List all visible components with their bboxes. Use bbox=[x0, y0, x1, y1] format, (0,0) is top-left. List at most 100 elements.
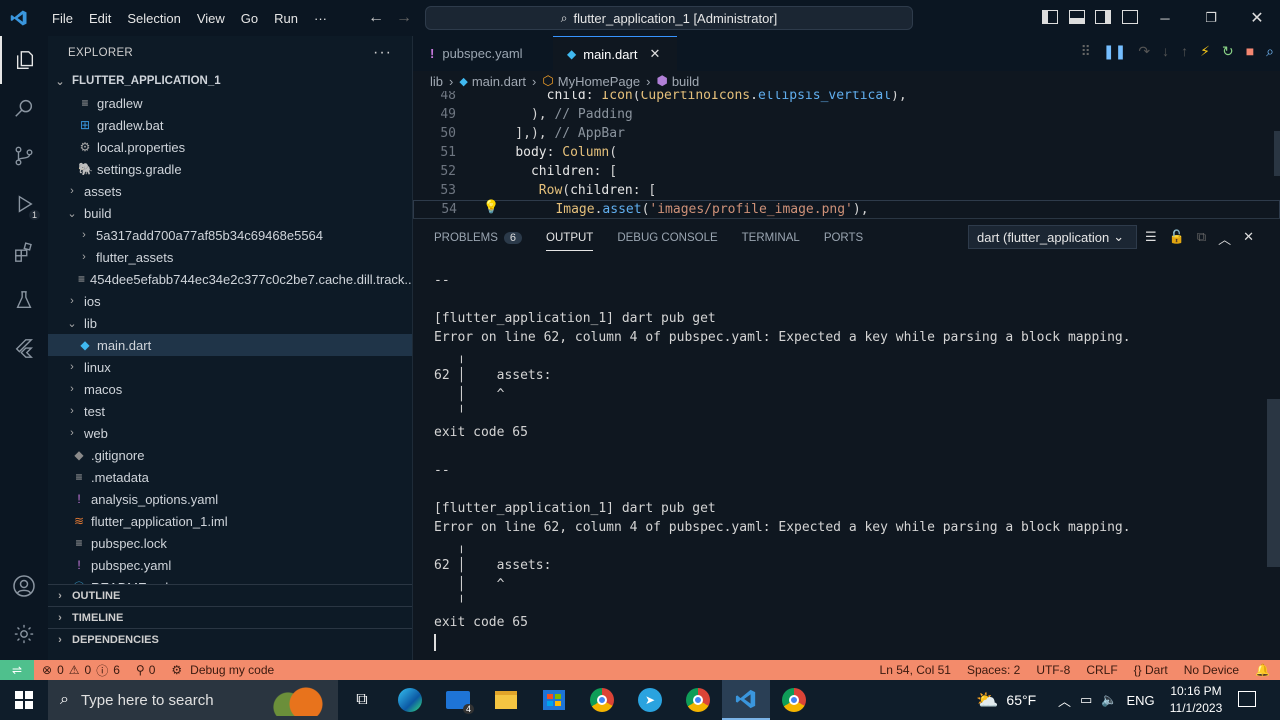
breadcrumb-method[interactable]: build bbox=[672, 74, 699, 89]
pause-icon[interactable]: ❚❚ bbox=[1103, 43, 1126, 60]
file-item[interactable]: ⓘ README.md bbox=[48, 576, 412, 585]
debug-status[interactable]: ⚙ Debug my code bbox=[171, 663, 274, 677]
output-scrollbar[interactable] bbox=[1267, 399, 1280, 567]
edge-icon[interactable] bbox=[386, 680, 434, 720]
output-channel-select[interactable]: dart (flutter_application ⌄ bbox=[968, 225, 1137, 249]
menu-item-[interactable]: ··· bbox=[306, 11, 335, 26]
forward-arrow-icon[interactable]: → bbox=[396, 9, 412, 27]
code-editor[interactable]: 48 child: Icon(CupertinoIcons.ellipsis_v… bbox=[413, 91, 1280, 218]
code-line[interactable]: 48 child: Icon(CupertinoIcons.ellipsis_v… bbox=[413, 91, 1280, 105]
hot-reload-icon[interactable]: ⚡ bbox=[1200, 43, 1210, 60]
encoding[interactable]: UTF-8 bbox=[1036, 663, 1070, 677]
breadcrumb-file[interactable]: main.dart bbox=[472, 74, 526, 89]
language-indicator[interactable]: ENG bbox=[1127, 693, 1155, 708]
stop-icon[interactable]: ■ bbox=[1246, 43, 1254, 60]
menu-item-go[interactable]: Go bbox=[233, 11, 266, 26]
drag-handle-icon[interactable]: ⠿ bbox=[1081, 43, 1091, 60]
file-item[interactable]: ≡ .metadata bbox=[48, 466, 412, 488]
vscode-taskbar-icon[interactable] bbox=[722, 680, 770, 720]
chrome-icon[interactable] bbox=[578, 680, 626, 720]
menu-item-file[interactable]: File bbox=[44, 11, 81, 26]
lock-scroll-icon[interactable]: 🔓 bbox=[1169, 229, 1185, 248]
folder-item[interactable]: › assets bbox=[48, 180, 412, 202]
flutter-icon[interactable] bbox=[0, 324, 48, 372]
cursor-position[interactable]: Ln 54, Col 51 bbox=[880, 663, 951, 677]
weather-widget[interactable]: ⛅ 65°F bbox=[976, 690, 1036, 711]
extensions-icon[interactable] bbox=[0, 228, 48, 276]
chrome-profile-icon[interactable] bbox=[674, 680, 722, 720]
lightbulb-icon[interactable]: 💡 bbox=[483, 199, 499, 215]
ports-status[interactable]: ⚲ 0 bbox=[136, 663, 155, 677]
store-icon[interactable] bbox=[530, 680, 578, 720]
menu-item-run[interactable]: Run bbox=[266, 11, 306, 26]
devtools-search-icon[interactable]: ⌕ bbox=[1266, 43, 1274, 60]
language-mode[interactable]: {} Dart bbox=[1134, 663, 1168, 677]
volume-icon[interactable]: 🔈 bbox=[1101, 692, 1117, 708]
step-out-icon[interactable]: ↑ bbox=[1181, 43, 1188, 60]
source-control-icon[interactable] bbox=[0, 132, 48, 180]
customize-layout-icon[interactable] bbox=[1122, 10, 1138, 24]
toggle-secondary-sidebar-icon[interactable] bbox=[1095, 10, 1111, 24]
taskbar-search-box[interactable]: ⌕ Type here to search bbox=[48, 680, 338, 720]
tab-main-dart[interactable]: ◆ main.dart ✕ bbox=[553, 36, 677, 71]
section-timeline[interactable]: › TIMELINE bbox=[48, 606, 412, 628]
breadcrumb-class[interactable]: MyHomePage bbox=[558, 74, 640, 89]
folder-item[interactable]: ⌄ build bbox=[48, 202, 412, 224]
code-line[interactable]: 52 children: [ bbox=[413, 162, 1280, 181]
task-view-icon[interactable]: ⧉ bbox=[338, 680, 386, 720]
file-item[interactable]: ◆ main.dart bbox=[48, 334, 412, 356]
folder-item[interactable]: › macos bbox=[48, 378, 412, 400]
mail-icon[interactable]: 4 bbox=[434, 680, 482, 720]
explorer-icon[interactable] bbox=[0, 36, 48, 84]
tab-pubspec-yaml[interactable]: ! pubspec.yaml bbox=[413, 36, 553, 71]
account-icon[interactable] bbox=[0, 562, 48, 610]
file-item[interactable]: ◆ .gitignore bbox=[48, 444, 412, 466]
section-dependencies[interactable]: › DEPENDENCIES bbox=[48, 628, 412, 650]
network-icon[interactable]: ▭ bbox=[1080, 692, 1092, 708]
menu-item-view[interactable]: View bbox=[189, 11, 233, 26]
notifications-icon[interactable]: 🔔 bbox=[1255, 663, 1270, 677]
action-center-icon[interactable] bbox=[1238, 691, 1256, 707]
more-actions-icon[interactable]: ··· bbox=[373, 44, 392, 62]
testing-icon[interactable] bbox=[0, 276, 48, 324]
code-line[interactable]: 50 ],), // AppBar bbox=[413, 124, 1280, 143]
tab-output[interactable]: OUTPUT bbox=[546, 232, 594, 251]
file-item[interactable]: ≡ gradlew bbox=[48, 92, 412, 114]
folder-item[interactable]: › test bbox=[48, 400, 412, 422]
code-line[interactable]: 53 Row(children: [ bbox=[413, 181, 1280, 200]
file-item[interactable]: ⊞ gradlew.bat bbox=[48, 114, 412, 136]
command-center-search[interactable]: ⌕ flutter_application_1 [Administrator] bbox=[425, 6, 913, 30]
indentation[interactable]: Spaces: 2 bbox=[967, 663, 1020, 677]
telegram-icon[interactable]: ➤ bbox=[626, 680, 674, 720]
end-of-line[interactable]: CRLF bbox=[1086, 663, 1117, 677]
folder-item[interactable]: › ios bbox=[48, 290, 412, 312]
device-selector[interactable]: No Device bbox=[1184, 663, 1239, 677]
folder-item[interactable]: ⌄ lib bbox=[48, 312, 412, 334]
step-into-icon[interactable]: ↓ bbox=[1162, 43, 1169, 60]
file-item[interactable]: 🐘 settings.gradle bbox=[48, 158, 412, 180]
code-line[interactable]: 51 body: Column( bbox=[413, 143, 1280, 162]
project-root[interactable]: ⌄ FLUTTER_APPLICATION_1 bbox=[48, 70, 412, 92]
file-item[interactable]: ⚙ local.properties bbox=[48, 136, 412, 158]
scrollbar[interactable] bbox=[1274, 131, 1280, 176]
run-debug-icon[interactable]: 1 bbox=[0, 180, 48, 228]
folder-item[interactable]: › flutter_assets bbox=[48, 246, 412, 268]
folder-item[interactable]: › 5a317add700a77af85b34c69468e5564 bbox=[48, 224, 412, 246]
toggle-panel-icon[interactable] bbox=[1069, 10, 1085, 24]
menu-item-edit[interactable]: Edit bbox=[81, 11, 119, 26]
restore-button[interactable]: ❐ bbox=[1188, 0, 1234, 36]
back-arrow-icon[interactable]: ← bbox=[368, 9, 384, 27]
tab-ports[interactable]: PORTS bbox=[824, 232, 863, 244]
file-item[interactable]: ! analysis_options.yaml bbox=[48, 488, 412, 510]
tab-debug-console[interactable]: DEBUG CONSOLE bbox=[617, 232, 717, 244]
menu-item-selection[interactable]: Selection bbox=[119, 11, 188, 26]
tab-terminal[interactable]: TERMINAL bbox=[742, 232, 800, 244]
breadcrumb-lib[interactable]: lib bbox=[430, 74, 443, 89]
restart-icon[interactable]: ↻ bbox=[1222, 43, 1234, 60]
settings-gear-icon[interactable] bbox=[0, 610, 48, 658]
minimize-button[interactable]: ─ bbox=[1142, 0, 1188, 36]
chrome-icon-2[interactable] bbox=[770, 680, 818, 720]
close-tab-icon[interactable]: ✕ bbox=[649, 46, 660, 62]
search-icon[interactable] bbox=[0, 84, 48, 132]
maximize-panel-icon[interactable]: ︿ bbox=[1218, 229, 1231, 248]
